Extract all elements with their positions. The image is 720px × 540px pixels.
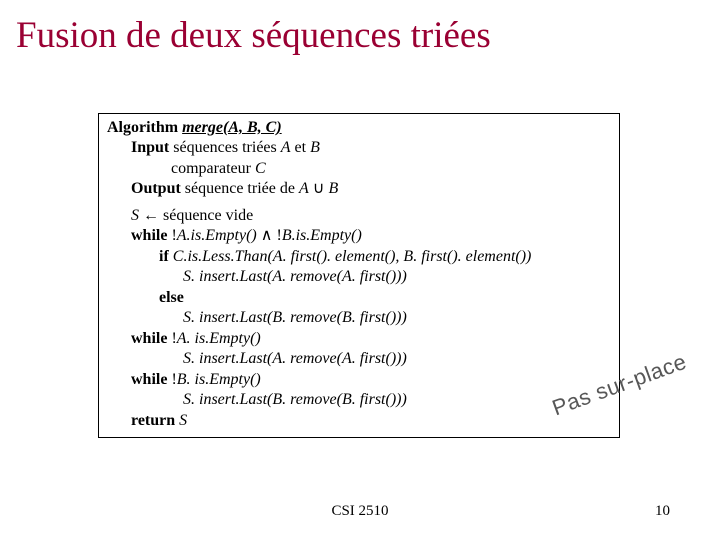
while2-kw: while [131, 330, 167, 347]
footer-course-code: CSI 2510 [0, 503, 720, 520]
comparator-c: C [255, 160, 266, 177]
assign-empty: ← séquence vide [139, 207, 253, 224]
algorithm-signature: merge(A, B, C) [182, 119, 282, 136]
if-cond: C.is.Less.Than(A. first(). element(), B.… [169, 248, 532, 265]
output-text: séquence triée de [181, 180, 299, 197]
input-a: A [281, 139, 291, 156]
s-var: S [131, 207, 139, 224]
return-var: S [175, 412, 187, 429]
output-b: B [328, 180, 338, 197]
output-a: A [299, 180, 309, 197]
input-label: Input [131, 139, 169, 156]
while1-bang1: ! [167, 227, 176, 244]
while1-cond1: A.is.Empty() [177, 227, 257, 244]
while3-bang: ! [167, 371, 176, 388]
else-kw: else [159, 289, 184, 306]
output-label: Output [131, 180, 181, 197]
if-kw: if [159, 248, 169, 265]
union-symbol: ∪ [309, 180, 329, 197]
while3-cond: B. is.Empty() [177, 371, 261, 388]
while3-kw: while [131, 371, 167, 388]
while2-bang: ! [167, 330, 176, 347]
while2-cond: A. is.Empty() [177, 330, 261, 347]
input-et: et [291, 139, 311, 156]
comparator-text: comparateur [171, 160, 255, 177]
return-kw: return [131, 412, 175, 429]
algorithm-box: Algorithm merge(A, B, C) Input séquences… [98, 113, 620, 438]
insert-line-4: S. insert.Last(B. remove(B. first())) [183, 391, 407, 408]
insert-line-1: S. insert.Last(A. remove(A. first())) [183, 268, 407, 285]
insert-line-2: S. insert.Last(B. remove(B. first())) [183, 309, 407, 326]
input-text: séquences triées [169, 139, 281, 156]
while1-cond2: B.is.Empty() [282, 227, 362, 244]
while1-kw: while [131, 227, 167, 244]
and-symbol: ∧ [257, 227, 277, 244]
insert-line-3: S. insert.Last(A. remove(A. first())) [183, 350, 407, 367]
algorithm-label: Algorithm [107, 119, 178, 136]
input-b: B [310, 139, 320, 156]
footer-slide-number: 10 [655, 503, 670, 520]
slide-title: Fusion de deux séquences triées [16, 14, 491, 57]
